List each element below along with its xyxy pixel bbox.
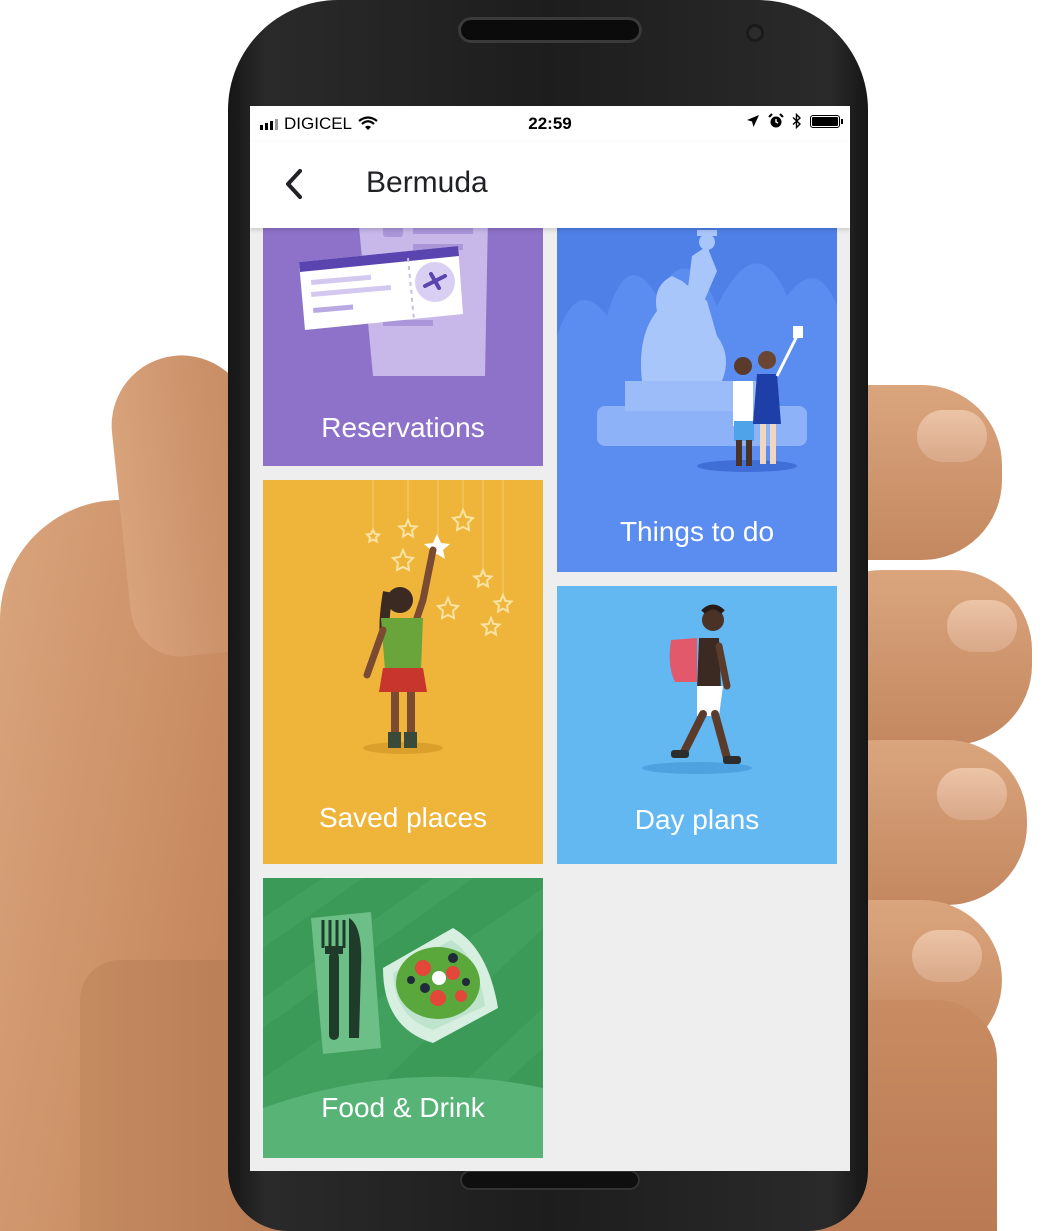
- fingernail: [937, 768, 1007, 820]
- tile-label: Reservations: [321, 412, 485, 443]
- tile-things-to-do[interactable]: Things to do: [557, 216, 837, 572]
- status-bar: DIGICEL 22:59: [250, 106, 850, 142]
- phone-screen: DIGICEL 22:59 Bermuda Reservations Thing…: [250, 106, 850, 1171]
- tile-label: Saved places: [318, 802, 488, 833]
- tile-food-drink[interactable]: Food & Drink: [263, 878, 543, 1158]
- tile-day-plans[interactable]: Day plans: [557, 586, 837, 864]
- back-button[interactable]: [278, 162, 318, 206]
- battery-icon: [810, 114, 843, 128]
- tile-label: Things to do: [619, 516, 775, 547]
- page-title: Bermuda: [366, 166, 488, 199]
- alarm-icon: [768, 113, 784, 128]
- earpiece-speaker: [458, 17, 642, 43]
- tile-label: Day plans: [634, 804, 760, 835]
- front-camera: [746, 24, 764, 42]
- app-bar: Bermuda: [250, 142, 850, 228]
- tile-label: Food & Drink: [321, 1092, 485, 1123]
- tile-reservations[interactable]: Reservations: [263, 216, 543, 466]
- fingernail: [947, 600, 1017, 652]
- status-right: [746, 113, 843, 129]
- location-arrow-icon: [747, 115, 759, 127]
- fingernail: [917, 410, 987, 462]
- bottom-speaker: [460, 1170, 640, 1190]
- fingernail: [912, 930, 982, 982]
- tile-saved-places[interactable]: Saved places: [263, 480, 543, 864]
- bluetooth-icon: [792, 113, 802, 129]
- chevron-left-icon: [286, 169, 302, 199]
